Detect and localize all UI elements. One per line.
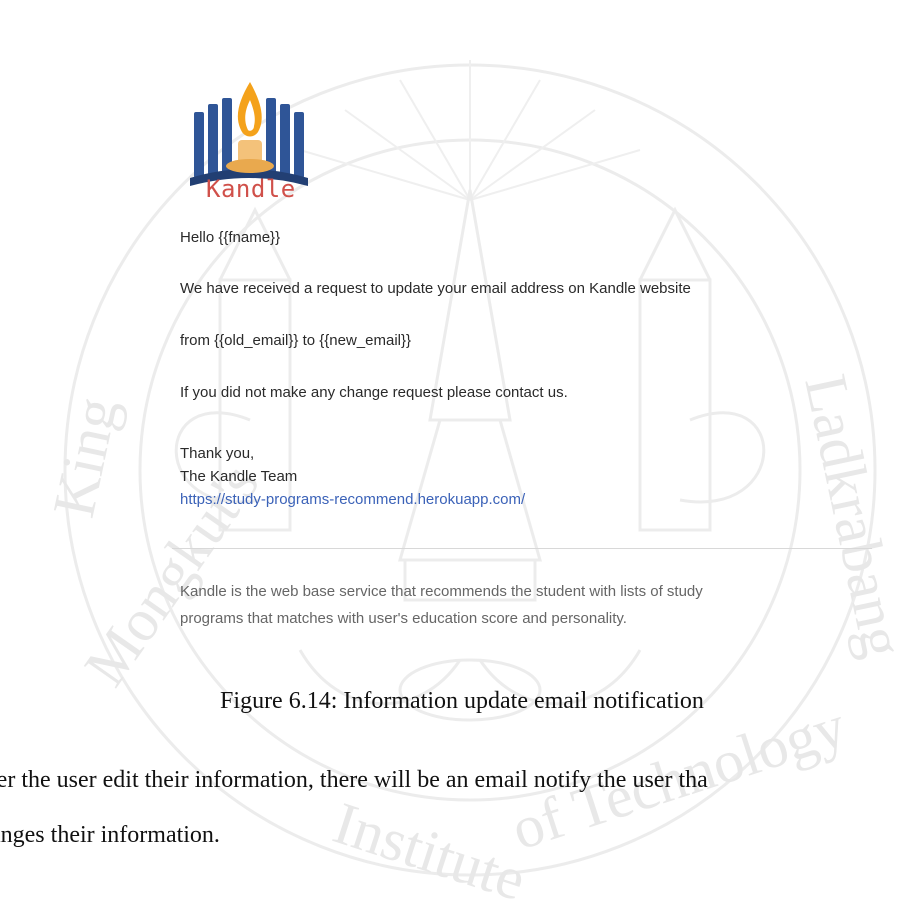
figure-caption: Figure 6.14: Information update email no… [220,688,704,714]
email-footer-line-2: programs that matches with user's educat… [180,610,627,627]
document-page: Kandle Hello {{fname}} We have received … [0,0,924,924]
kandle-logo-wordmark: Kandle [206,175,296,203]
email-line-request: We have received a request to update you… [180,280,691,297]
body-paragraph-line-2: anges their information. [0,822,220,848]
body-paragraph-line-1: ter the user edit their information, the… [0,767,708,793]
email-signoff-team: The Kandle Team [180,468,298,485]
email-divider [172,548,872,549]
email-website-link[interactable]: https://study-programs-recommend.herokua… [180,491,525,508]
email-greeting: Hello {{fname}} [180,229,281,246]
email-signoff-thanks: Thank you, [180,445,255,462]
email-footer-line-1: Kandle is the web base service that reco… [180,583,703,600]
email-line-from-to: from {{old_email}} to {{new_email}} [180,332,411,349]
email-line-contact: If you did not make any change request p… [180,384,568,401]
